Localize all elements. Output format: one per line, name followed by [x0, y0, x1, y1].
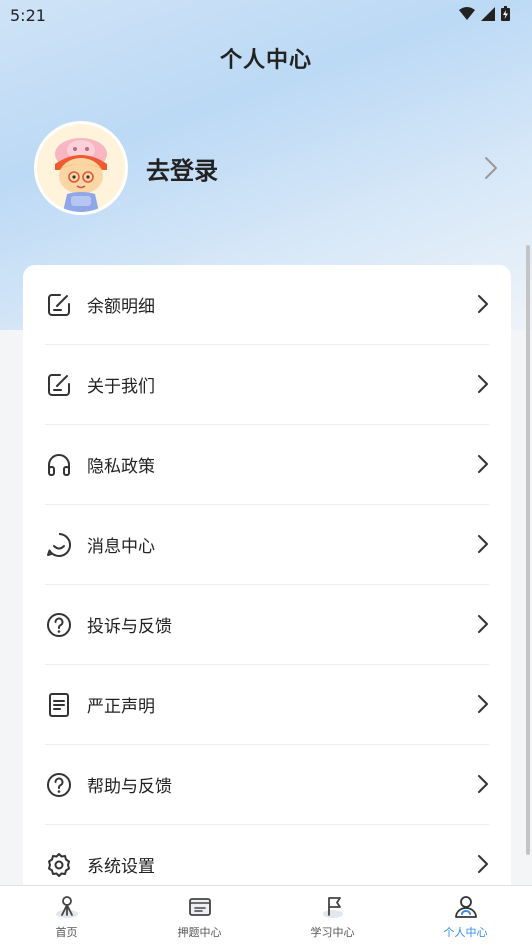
- settings-gear-icon: [45, 851, 73, 879]
- chevron-right-icon: [478, 375, 488, 393]
- menu-item-help-feedback[interactable]: 帮助与反馈: [45, 745, 489, 825]
- wifi-icon: [459, 6, 475, 20]
- bottom-tab-bar: 首页 押题中心 学习中心 个人中心: [0, 885, 532, 947]
- document-icon: [45, 691, 73, 719]
- menu-item-label: 余额明细: [87, 297, 155, 317]
- chevron-right-icon: [485, 157, 497, 179]
- message-smile-icon: [45, 531, 73, 559]
- chevron-right-icon: [478, 455, 488, 473]
- chevron-right-icon: [478, 695, 488, 713]
- chevron-right-icon: [478, 775, 488, 793]
- tab-exam-center[interactable]: 押题中心: [133, 886, 266, 947]
- menu-item-about-us[interactable]: 关于我们: [45, 345, 489, 425]
- tab-personal-center[interactable]: 个人中心: [399, 886, 532, 947]
- menu-item-label: 系统设置: [87, 857, 155, 877]
- signal-icon: [481, 6, 495, 21]
- edit-note-icon: [45, 371, 73, 399]
- question-circle-icon: [45, 611, 73, 639]
- tab-label: 学习中心: [310, 926, 355, 939]
- person-icon: [452, 894, 480, 920]
- status-time: 5:21: [10, 6, 46, 25]
- tab-home[interactable]: 首页: [0, 886, 133, 947]
- scrollbar[interactable]: [526, 245, 530, 855]
- menu-item-label: 严正声明: [87, 697, 155, 717]
- headphones-icon: [45, 451, 73, 479]
- page-title: 个人中心: [219, 48, 312, 73]
- menu-item-label: 帮助与反馈: [87, 777, 172, 797]
- status-icons: [459, 6, 510, 21]
- tab-label: 押题中心: [177, 926, 222, 939]
- battery-icon: [501, 6, 510, 21]
- flag-icon: [319, 894, 347, 920]
- menu-item-solemn-statement[interactable]: 严正声明: [45, 665, 489, 745]
- avatar-cartoon-icon: [37, 124, 125, 212]
- home-icon: [53, 894, 81, 920]
- edit-note-icon: [45, 291, 73, 319]
- menu-item-label: 隐私政策: [87, 457, 155, 477]
- chevron-right-icon: [478, 615, 488, 633]
- menu-item-label: 关于我们: [87, 377, 155, 397]
- question-circle-icon: [45, 771, 73, 799]
- avatar[interactable]: [34, 121, 128, 215]
- menu-item-balance-detail[interactable]: 余额明细: [45, 265, 489, 345]
- chevron-right-icon: [478, 295, 488, 313]
- login-link[interactable]: 去登录: [146, 151, 218, 186]
- tab-study-center[interactable]: 学习中心: [266, 886, 399, 947]
- menu-item-label: 消息中心: [87, 537, 155, 557]
- chevron-right-icon: [478, 535, 488, 553]
- menu-card: 余额明细 关于我们 隐私政策 消息中心 投诉与反馈 严正声明 帮助与反馈 系统设…: [23, 265, 511, 905]
- profile-section[interactable]: 去登录: [34, 120, 506, 216]
- menu-item-privacy-policy[interactable]: 隐私政策: [45, 425, 489, 505]
- status-bar: 5:21: [0, 0, 532, 30]
- menu-item-label: 投诉与反馈: [87, 617, 172, 637]
- tab-label: 个人中心: [443, 926, 488, 939]
- menu-item-complaint-feedback[interactable]: 投诉与反馈: [45, 585, 489, 665]
- folder-icon: [186, 894, 214, 920]
- menu-item-message-center[interactable]: 消息中心: [45, 505, 489, 585]
- tab-label: 首页: [55, 926, 78, 939]
- chevron-right-icon: [478, 855, 488, 873]
